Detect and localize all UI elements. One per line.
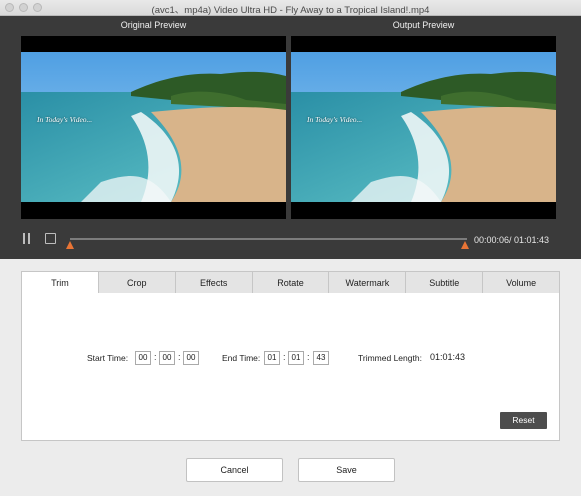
start-hour-field[interactable]: 00	[135, 351, 151, 365]
preview-area: Original Preview Output Preview In Today…	[0, 16, 581, 259]
time-display: 00:00:06/ 01:01:43	[474, 235, 550, 245]
pause-icon[interactable]	[22, 233, 31, 244]
beach-scene-image	[21, 52, 286, 202]
trimmed-length-label: Trimmed Length:	[358, 353, 422, 363]
beach-scene-image	[291, 52, 556, 202]
tab-subtitle[interactable]: Subtitle	[406, 271, 484, 294]
tab-rotate[interactable]: Rotate	[252, 271, 330, 294]
start-second-field[interactable]: 00	[183, 351, 199, 365]
tab-volume[interactable]: Volume	[483, 271, 561, 294]
trim-start-handle[interactable]	[66, 241, 74, 249]
output-preview-video: In Today's Video...	[291, 36, 556, 219]
colon-separator: :	[154, 352, 157, 362]
colon-separator: :	[283, 352, 286, 362]
video-overlay-text: In Today's Video...	[307, 115, 363, 124]
window-title: (avc1、mp4a) Video Ultra HD - Fly Away to…	[151, 5, 430, 16]
original-preview-label: Original Preview	[120, 20, 187, 30]
edit-tabs: Trim Crop Effects Rotate Watermark Subti…	[21, 271, 561, 294]
end-second-field[interactable]: 43	[313, 351, 329, 365]
end-minute-field[interactable]: 01	[288, 351, 304, 365]
start-time-label: Start Time:	[87, 353, 129, 363]
timeline-track[interactable]	[70, 238, 467, 240]
end-time-label: End Time:	[222, 353, 261, 363]
video-overlay-text: In Today's Video...	[37, 115, 93, 124]
tab-crop[interactable]: Crop	[98, 271, 176, 294]
stop-icon[interactable]	[45, 233, 56, 244]
end-hour-field[interactable]: 01	[264, 351, 280, 365]
reset-button[interactable]: Reset	[500, 412, 547, 429]
tab-effects[interactable]: Effects	[175, 271, 253, 294]
output-preview-label: Output Preview	[392, 20, 455, 30]
trim-end-handle[interactable]	[461, 241, 469, 249]
tab-watermark[interactable]: Watermark	[329, 271, 407, 294]
save-button[interactable]: Save	[298, 458, 395, 482]
colon-separator: :	[178, 352, 181, 362]
tab-trim[interactable]: Trim	[21, 271, 99, 294]
colon-separator: :	[307, 352, 310, 362]
trimmed-length-value: 01:01:43	[430, 352, 466, 362]
cancel-button[interactable]: Cancel	[186, 458, 283, 482]
trim-panel	[21, 293, 560, 441]
title-bar: (avc1、mp4a) Video Ultra HD - Fly Away to…	[0, 0, 581, 16]
original-preview-video: In Today's Video...	[21, 36, 286, 219]
start-minute-field[interactable]: 00	[159, 351, 175, 365]
